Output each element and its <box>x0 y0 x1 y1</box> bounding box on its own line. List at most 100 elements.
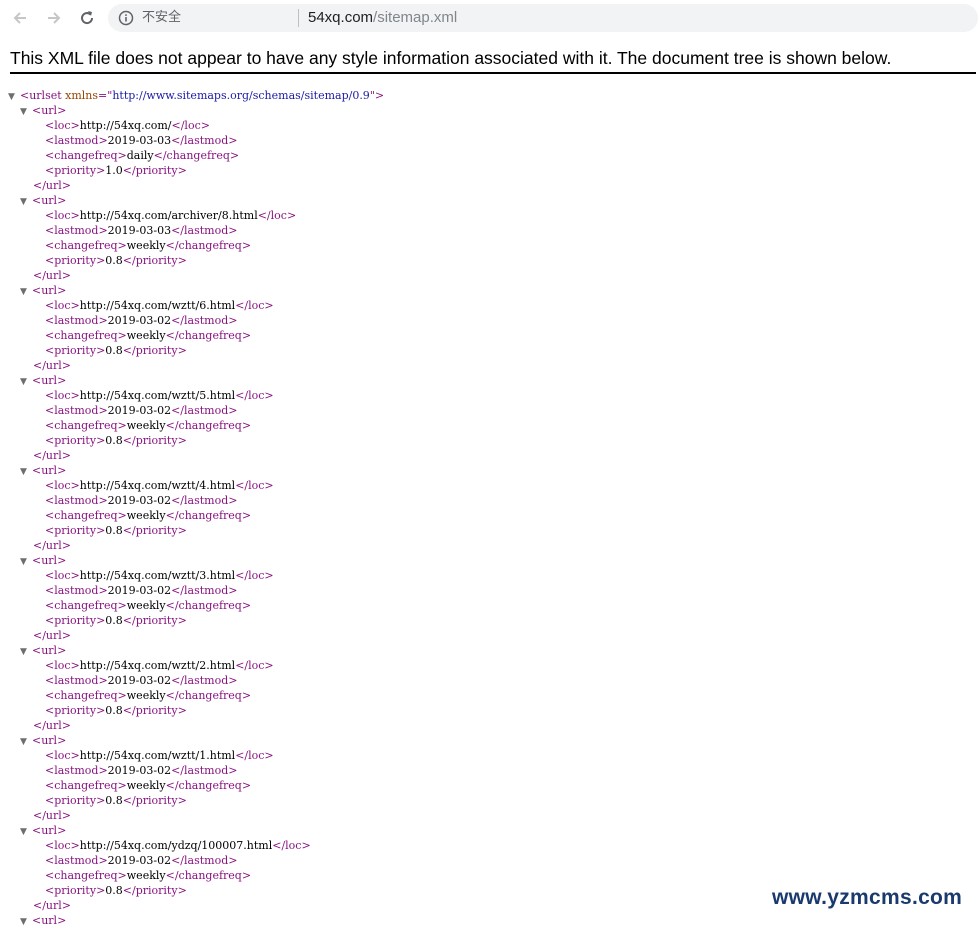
url-open-line: ▼ <url> <box>8 823 384 838</box>
loc-open-tag: <loc> <box>45 299 80 312</box>
priority-close-tag: </priority> <box>122 794 187 807</box>
priority-line: <priority>0.8</priority> <box>8 883 384 898</box>
lastmod-close-tag: </lastmod> <box>171 134 238 147</box>
url-close-line: </url> <box>8 898 384 913</box>
priority-line: <priority>0.8</priority> <box>8 343 384 358</box>
loc-close-tag: </loc> <box>235 569 274 582</box>
changefreq-close-tag: </changefreq> <box>165 419 252 432</box>
priority-close-tag: </priority> <box>122 164 187 177</box>
changefreq-close-tag: </changefreq> <box>165 509 252 522</box>
lastmod-value: 2019-03-02 <box>107 674 172 687</box>
lastmod-value: 2019-03-02 <box>107 764 172 777</box>
changefreq-line: <changefreq>weekly</changefreq> <box>8 418 384 433</box>
loc-line: <loc>http://54xq.com/wztt/3.html</loc> <box>8 568 384 583</box>
priority-line: <priority>1.0</priority> <box>8 163 384 178</box>
url-close-tag: </url> <box>33 179 72 192</box>
lastmod-line: <lastmod>2019-03-02</lastmod> <box>8 583 384 598</box>
address-bar[interactable]: 不安全 54xq.com/sitemap.xml <box>108 4 978 32</box>
lastmod-value: 2019-03-02 <box>107 404 172 417</box>
url-close-tag: </url> <box>33 359 72 372</box>
priority-line: <priority>0.8</priority> <box>8 433 384 448</box>
info-icon[interactable] <box>118 10 134 26</box>
url-close-line: </url> <box>8 268 384 283</box>
url-open-tag: <url> <box>32 374 67 387</box>
expand-caret-icon[interactable]: ▼ <box>20 915 32 930</box>
lastmod-value: 2019-03-02 <box>107 854 172 867</box>
priority-value: 0.8 <box>105 434 123 447</box>
url-open-line: ▼ <url> <box>8 643 384 658</box>
lastmod-line: <lastmod>2019-03-02</lastmod> <box>8 763 384 778</box>
url-close-line: </url> <box>8 808 384 823</box>
loc-value: http://54xq.com/archiver/8.html <box>79 209 258 222</box>
lastmod-close-tag: </lastmod> <box>171 494 238 507</box>
security-label[interactable]: 不安全 <box>142 10 181 26</box>
changefreq-line: <changefreq>daily</changefreq> <box>8 148 384 163</box>
lastmod-value: 2019-03-02 <box>107 494 172 507</box>
changefreq-close-tag: </changefreq> <box>165 329 252 342</box>
loc-open-tag: <loc> <box>45 659 80 672</box>
url-text[interactable]: 54xq.com/sitemap.xml <box>308 9 457 27</box>
loc-close-tag: </loc> <box>235 299 274 312</box>
url-close-line: </url> <box>8 538 384 553</box>
priority-close-tag: </priority> <box>122 254 187 267</box>
url-close-tag: </url> <box>33 269 72 282</box>
changefreq-close-tag: </changefreq> <box>165 779 252 792</box>
xml-style-warning: This XML file does not appear to have an… <box>10 48 892 68</box>
lastmod-close-tag: </lastmod> <box>171 674 238 687</box>
url-open-line: ▼ <url> <box>8 463 384 478</box>
loc-value: http://54xq.com/ <box>79 119 172 132</box>
lastmod-close-tag: </lastmod> <box>171 404 238 417</box>
url-open-line: ▼ <url> <box>8 553 384 568</box>
priority-line: <priority>0.8</priority> <box>8 793 384 808</box>
priority-value: 0.8 <box>105 884 123 897</box>
lastmod-open-tag: <lastmod> <box>45 674 108 687</box>
lastmod-open-tag: <lastmod> <box>45 584 108 597</box>
address-separator <box>298 9 299 27</box>
forward-button[interactable] <box>42 6 66 30</box>
loc-value: http://54xq.com/wztt/1.html <box>79 749 236 762</box>
lastmod-close-tag: </lastmod> <box>171 314 238 327</box>
url-open-tag: <url> <box>32 284 67 297</box>
loc-value: http://54xq.com/wztt/2.html <box>79 659 236 672</box>
loc-close-tag: </loc> <box>235 659 274 672</box>
watermark: www.yzmcms.com <box>768 886 967 910</box>
url-close-line: </url> <box>8 448 384 463</box>
loc-line: <loc>http://54xq.com/ydzq/100007.html</l… <box>8 838 384 853</box>
priority-value: 0.8 <box>105 524 123 537</box>
reload-icon <box>81 11 94 25</box>
loc-close-tag: </loc> <box>171 119 210 132</box>
changefreq-open-tag: <changefreq> <box>45 329 127 342</box>
url-open-tag: <url> <box>32 644 67 657</box>
url-close-line: </url> <box>8 358 384 373</box>
url-close-line: </url> <box>8 718 384 733</box>
priority-value: 0.8 <box>105 614 123 627</box>
changefreq-open-tag: <changefreq> <box>45 779 127 792</box>
changefreq-close-tag: </changefreq> <box>165 689 252 702</box>
loc-open-tag: <loc> <box>45 569 80 582</box>
url-open-tag: <url> <box>32 914 67 927</box>
url-close-tag: </url> <box>33 809 72 822</box>
priority-value: 1.0 <box>105 164 123 177</box>
changefreq-open-tag: <changefreq> <box>45 419 127 432</box>
url-open-tag: <url> <box>32 464 67 477</box>
back-button[interactable] <box>8 6 32 30</box>
lastmod-open-tag: <lastmod> <box>45 494 108 507</box>
lastmod-line: <lastmod>2019-03-02</lastmod> <box>8 493 384 508</box>
browser-toolbar: 不安全 54xq.com/sitemap.xml <box>0 0 978 36</box>
reload-button[interactable] <box>75 6 99 30</box>
priority-close-tag: </priority> <box>122 434 187 447</box>
lastmod-open-tag: <lastmod> <box>45 404 108 417</box>
priority-open-tag: <priority> <box>45 794 106 807</box>
changefreq-value: weekly <box>126 689 166 702</box>
lastmod-open-tag: <lastmod> <box>45 764 108 777</box>
changefreq-value: weekly <box>126 329 166 342</box>
changefreq-value: weekly <box>126 509 166 522</box>
lastmod-value: 2019-03-02 <box>107 314 172 327</box>
changefreq-value: weekly <box>126 599 166 612</box>
lastmod-close-tag: </lastmod> <box>171 584 238 597</box>
changefreq-open-tag: <changefreq> <box>45 599 127 612</box>
changefreq-line: <changefreq>weekly</changefreq> <box>8 778 384 793</box>
loc-open-tag: <loc> <box>45 479 80 492</box>
loc-open-tag: <loc> <box>45 839 80 852</box>
lastmod-line: <lastmod>2019-03-02</lastmod> <box>8 853 384 868</box>
